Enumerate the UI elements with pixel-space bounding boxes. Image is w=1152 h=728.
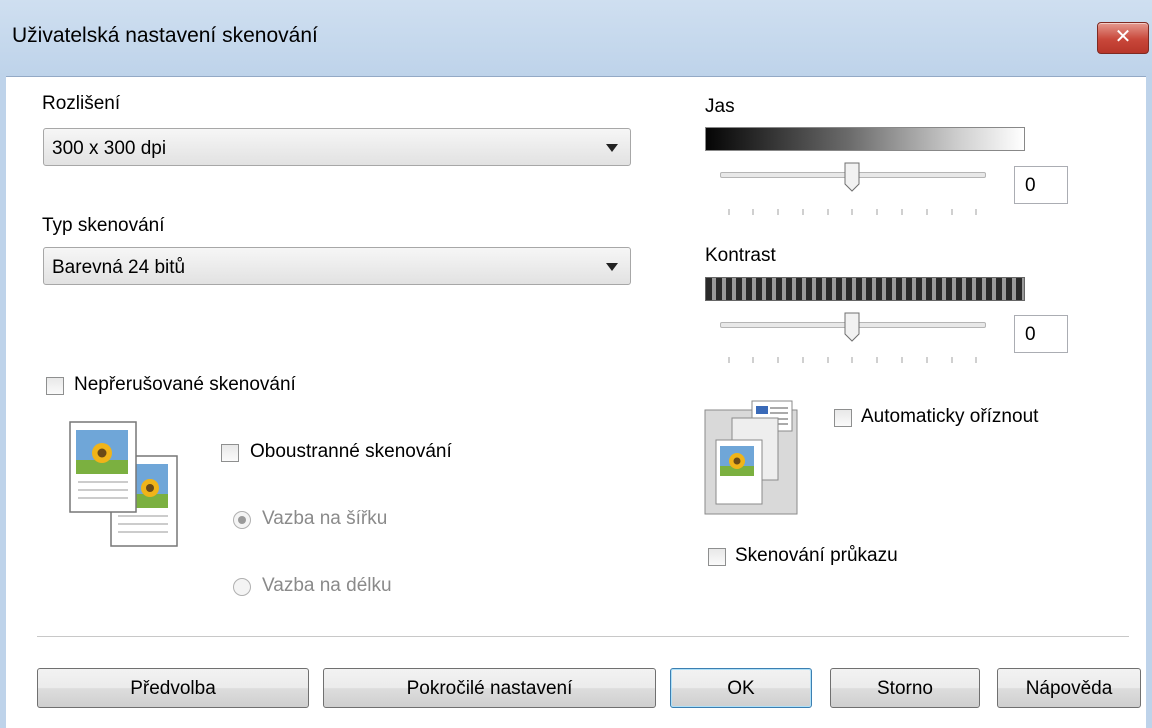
scan-type-select[interactable]: Barevná 24 bitů: [43, 247, 631, 285]
brightness-preview-bar: [705, 127, 1025, 151]
contrast-value: 0: [1025, 324, 1036, 345]
continuous-scan-checkbox[interactable]: [46, 377, 64, 395]
binding-short-label[interactable]: Vazba na délku: [262, 575, 392, 597]
cancel-button-label: Storno: [877, 678, 933, 699]
contrast-slider-ticks: [728, 352, 978, 363]
scan-type-value: Barevná 24 bitů: [52, 257, 186, 278]
window-frame-left: [0, 76, 6, 728]
contrast-preview-bar: [705, 277, 1025, 301]
chevron-down-icon: [606, 263, 618, 271]
id-card-scan-checkbox[interactable]: [708, 548, 726, 566]
contrast-value-field[interactable]: 0: [1014, 315, 1068, 353]
brightness-slider-ticks: [728, 204, 978, 215]
auto-crop-icon: [704, 400, 800, 516]
separator: [37, 636, 1129, 637]
help-button[interactable]: Nápověda: [997, 668, 1141, 708]
window-title: Uživatelská nastavení skenování: [12, 24, 318, 47]
brightness-value-field[interactable]: 0: [1014, 166, 1068, 204]
scan-type-label: Typ skenování: [42, 215, 165, 236]
close-icon: ✕: [1114, 26, 1132, 48]
contrast-label: Kontrast: [705, 245, 776, 266]
duplex-pages-icon: [68, 420, 180, 548]
window-frame-right: [1146, 76, 1152, 728]
advanced-settings-button-label: Pokročilé nastavení: [406, 678, 573, 699]
contrast-slider-thumb[interactable]: [844, 312, 860, 342]
binding-long-radio[interactable]: [233, 511, 251, 529]
preset-button-label: Předvolba: [130, 678, 216, 699]
cancel-button[interactable]: Storno: [830, 668, 980, 708]
duplex-scan-checkbox[interactable]: [221, 444, 239, 462]
binding-short-radio[interactable]: [233, 578, 251, 596]
binding-long-label[interactable]: Vazba na šířku: [262, 508, 387, 530]
duplex-scan-label[interactable]: Oboustranné skenování: [250, 441, 452, 463]
ok-button[interactable]: OK: [670, 668, 812, 708]
auto-crop-checkbox[interactable]: [834, 409, 852, 427]
brightness-label: Jas: [705, 96, 735, 117]
id-card-scan-label[interactable]: Skenování průkazu: [735, 545, 898, 567]
close-button[interactable]: ✕: [1097, 22, 1149, 54]
ok-button-label: OK: [727, 678, 755, 699]
chevron-down-icon: [606, 144, 618, 152]
resolution-value: 300 x 300 dpi: [52, 138, 167, 159]
brightness-slider-thumb[interactable]: [844, 162, 860, 192]
continuous-scan-label[interactable]: Nepřerušované skenování: [74, 374, 296, 396]
resolution-select[interactable]: 300 x 300 dpi: [43, 128, 631, 166]
preset-button[interactable]: Předvolba: [37, 668, 309, 708]
advanced-settings-button[interactable]: Pokročilé nastavení: [323, 668, 656, 708]
help-button-label: Nápověda: [1025, 678, 1113, 699]
resolution-label: Rozlišení: [42, 93, 121, 114]
auto-crop-label[interactable]: Automaticky oříznout: [861, 406, 1038, 428]
brightness-value: 0: [1025, 175, 1036, 196]
